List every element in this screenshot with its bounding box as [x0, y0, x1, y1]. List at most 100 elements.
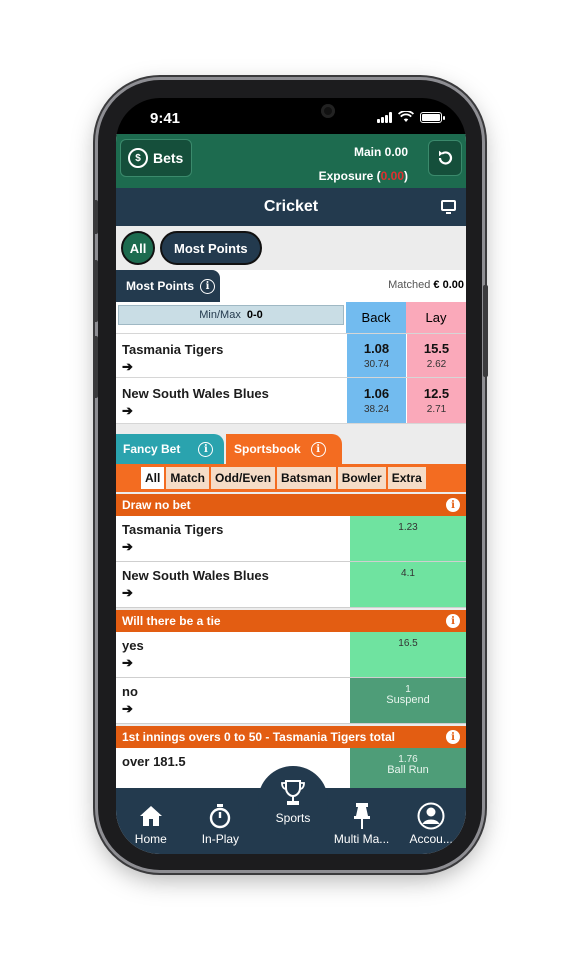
selection-row: New South Wales Blues ➔ 4.1 [116, 562, 466, 608]
back-price: 1.08 [363, 341, 390, 356]
phone-screen: 9:41 $ Bets Main 0.00 Exposure (0.00) Cr… [116, 98, 466, 854]
selection-odd-suspended: 1.76 Ball Run [350, 748, 466, 793]
info-icon[interactable]: i [446, 498, 460, 512]
exposure-value: 0.00 [380, 169, 404, 183]
selection-odd[interactable]: 16.5 [350, 632, 466, 677]
exposure-label: Exposure [318, 169, 374, 183]
stopwatch-icon [208, 802, 232, 830]
pin-icon [352, 802, 372, 830]
section-title: Draw no bet [122, 498, 191, 512]
volume-down-button [93, 336, 98, 398]
tab-sportsbook-label: Sportsbook [234, 442, 301, 456]
subtab-batsman[interactable]: Batsman [277, 467, 336, 489]
nav-home[interactable]: Home [117, 802, 185, 846]
market-tab-label: Most Points [126, 279, 194, 293]
nav-account-label: Accou... [409, 832, 453, 846]
tv-icon[interactable] [441, 200, 456, 214]
selection-odd-suspended: 1 Suspend [350, 678, 466, 723]
app-root: $ Bets Main 0.00 Exposure (0.00) Cricket… [116, 134, 466, 854]
nav-sports[interactable]: Sports [258, 766, 328, 836]
tab-sportsbook[interactable]: Sportsbook i [226, 434, 342, 464]
refresh-icon [438, 150, 453, 165]
lay-price: 15.5 [423, 341, 450, 356]
info-icon[interactable]: i [310, 441, 326, 457]
section-title: Will there be a tie [122, 614, 221, 628]
front-camera [321, 104, 335, 118]
ball-run-label: Ball Run [387, 764, 429, 776]
nav-multi-markets-label: Multi Ma... [333, 832, 390, 846]
nav-account[interactable]: Accou... [397, 802, 465, 846]
back-price: 1.06 [363, 386, 390, 401]
main-balance: Main 0.00 [319, 140, 408, 164]
refresh-button[interactable] [428, 140, 462, 176]
trophy-icon [280, 778, 306, 811]
back-size: 30.74 [363, 359, 390, 370]
coin-icon: $ [128, 148, 148, 168]
subtab-extra[interactable]: Extra [387, 467, 426, 489]
subtab-bowler[interactable]: Bowler [337, 467, 386, 489]
section-title: 1st innings overs 0 to 50 - Tasmania Tig… [122, 730, 395, 744]
runner-name: Tasmania Tigers [122, 342, 224, 357]
market-tab[interactable]: Most Points i [116, 270, 220, 302]
selection-row: yes ➔ 16.5 [116, 632, 466, 678]
selection-name: New South Wales Blues [122, 568, 269, 583]
main-value: 0.00 [384, 145, 408, 159]
top-bar: $ Bets Main 0.00 Exposure (0.00) [116, 134, 466, 188]
odds-table: Min/Max 0-0 Back Lay Tasmania Tigers ➔ 1… [116, 302, 466, 424]
section-header: Will there be a tie i [116, 610, 466, 632]
runner-row: New South Wales Blues ➔ 1.06 38.24 12.5 … [116, 378, 466, 424]
volume-up-button [93, 260, 98, 322]
matched-label: Matched [388, 279, 431, 291]
nav-home-label: Home [134, 832, 167, 846]
bets-label: Bets [153, 150, 184, 166]
back-odd-cell[interactable]: 1.06 38.24 [346, 378, 406, 423]
market-header: Most Points i Matched € 0.00 [116, 270, 466, 302]
status-icons [377, 111, 445, 123]
selection-odd[interactable]: 4.1 [350, 562, 466, 607]
tab-fancy-bet[interactable]: Fancy Bet i [116, 434, 224, 464]
arrow-right-icon: ➔ [122, 539, 133, 554]
bets-button[interactable]: $ Bets [120, 139, 192, 177]
info-icon[interactable]: i [446, 614, 460, 628]
back-odd-cell[interactable]: 1.08 30.74 [346, 334, 406, 377]
suspend-label: Suspend [386, 694, 430, 706]
subtab-match[interactable]: Match [166, 467, 210, 489]
selection-odd[interactable]: 1.23 [350, 516, 466, 561]
arrow-right-icon: ➔ [122, 585, 133, 600]
mute-switch [93, 200, 98, 234]
sport-title: Cricket [263, 198, 319, 215]
subtab-all[interactable]: All [141, 467, 165, 489]
lay-odd-cell[interactable]: 15.5 2.62 [406, 334, 466, 377]
subtab-odd-even[interactable]: Odd/Even [211, 467, 276, 489]
arrow-right-icon: ➔ [122, 655, 133, 670]
nav-in-play-label: In-Play [201, 832, 240, 846]
exposure-close: ) [404, 169, 408, 183]
sport-title-bar: Cricket [116, 188, 466, 226]
info-icon[interactable]: i [198, 441, 214, 457]
tab-fancy-label: Fancy Bet [123, 442, 181, 456]
runner-row: Tasmania Tigers ➔ 1.08 30.74 15.5 2.62 [116, 334, 466, 378]
power-button [483, 285, 488, 377]
selection-row: Tasmania Tigers ➔ 1.23 [116, 516, 466, 562]
section-header: 1st innings overs 0 to 50 - Tasmania Tig… [116, 726, 466, 748]
filter-most-points[interactable]: Most Points [160, 231, 262, 265]
arrow-right-icon: ➔ [122, 403, 133, 418]
lay-price: 12.5 [423, 386, 450, 401]
arrow-right-icon: ➔ [122, 359, 133, 374]
info-icon[interactable]: i [446, 730, 460, 744]
section-header: Draw no bet i [116, 494, 466, 516]
bet-type-tabs: Fancy Bet i Sportsbook i [116, 434, 466, 464]
lay-odd-cell[interactable]: 12.5 2.71 [406, 378, 466, 423]
lay-size: 2.71 [426, 404, 447, 415]
info-icon[interactable]: i [200, 278, 215, 294]
lay-size: 2.62 [426, 359, 447, 370]
nav-in-play[interactable]: In-Play [186, 802, 254, 846]
minmax-label: Min/Max [199, 309, 241, 321]
filter-all[interactable]: All [121, 231, 155, 265]
exposure-balance: Exposure (0.00) [319, 164, 408, 188]
min-max-bar: Min/Max 0-0 [118, 305, 344, 325]
back-size: 38.24 [363, 404, 390, 415]
back-header: Back [346, 302, 406, 333]
main-label: Main [353, 145, 382, 159]
nav-multi-markets[interactable]: Multi Ma... [328, 802, 396, 846]
